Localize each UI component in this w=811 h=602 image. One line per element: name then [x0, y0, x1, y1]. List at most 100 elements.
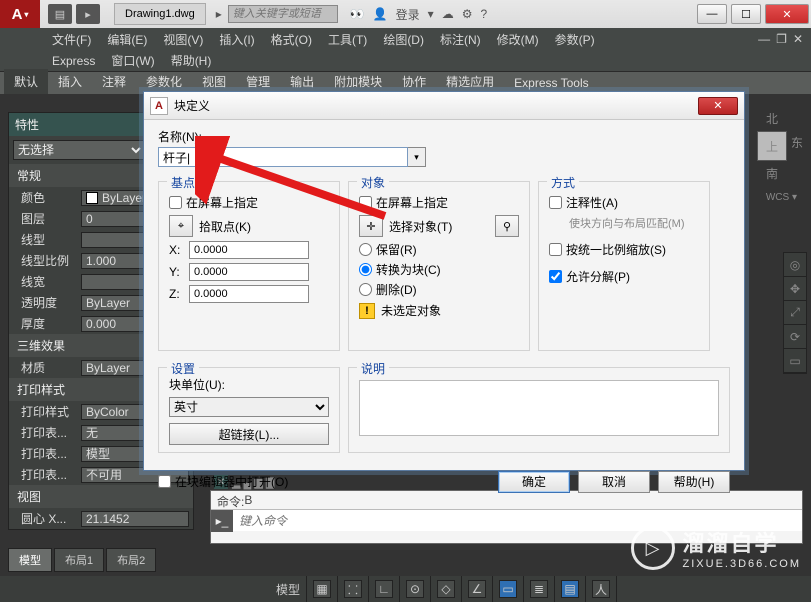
z-input[interactable]: [189, 285, 309, 303]
maximize-button[interactable]: ☐: [731, 4, 761, 24]
menu-tools[interactable]: 工具(T): [328, 31, 367, 48]
menu-format[interactable]: 格式(O): [271, 31, 312, 48]
selection-dropdown[interactable]: 无选择: [13, 140, 145, 160]
group-desc-legend: 说明: [357, 360, 389, 377]
login-label[interactable]: 登录: [396, 6, 420, 23]
login-icon[interactable]: 👤: [373, 7, 388, 21]
help-icon[interactable]: ?: [480, 7, 487, 21]
status-track-icon[interactable]: ∠: [468, 580, 486, 598]
prop-ptable2-label: 打印表...: [21, 445, 81, 462]
status-trans-icon[interactable]: ▤: [561, 580, 579, 598]
layout-tab-2[interactable]: 布局2: [106, 548, 156, 572]
mode-annot-checkbox[interactable]: [549, 196, 562, 209]
binoculars-icon[interactable]: 👀: [350, 7, 365, 21]
status-snap-icon[interactable]: ⸬: [344, 580, 362, 598]
menu-view[interactable]: 视图(V): [163, 31, 203, 48]
y-input[interactable]: [189, 263, 309, 281]
status-osnap-icon[interactable]: ◇: [437, 580, 455, 598]
status-lwt-icon[interactable]: ≣: [530, 580, 548, 598]
status-ortho-icon[interactable]: ∟: [375, 580, 393, 598]
obj-delete-radio[interactable]: [359, 283, 372, 296]
mode-explode-checkbox[interactable]: [549, 270, 562, 283]
name-input[interactable]: [158, 147, 408, 167]
menu-edit[interactable]: 编辑(E): [107, 31, 147, 48]
obj-convert-radio[interactable]: [359, 263, 372, 276]
x-label: X:: [169, 243, 183, 257]
menu-file[interactable]: 文件(F): [52, 31, 91, 48]
hyperlink-button[interactable]: 超链接(L)...: [169, 423, 329, 445]
wcs-label[interactable]: WCS ▾: [766, 192, 797, 203]
select-objects-button[interactable]: ✛: [359, 215, 383, 237]
navbar-wheel-icon[interactable]: ◎: [784, 253, 806, 277]
prop-ptable3-label: 打印表...: [21, 466, 81, 483]
open-editor-checkbox[interactable]: [158, 475, 171, 488]
unit-dropdown[interactable]: 英寸: [169, 397, 329, 417]
tab-annotate[interactable]: 注释: [92, 69, 136, 94]
cmd-prompt-icon[interactable]: ▸_: [211, 510, 233, 532]
mdi-close-icon[interactable]: ✕: [793, 32, 803, 46]
menu-modify[interactable]: 修改(M): [497, 31, 539, 48]
dialog-close-button[interactable]: ✕: [698, 97, 738, 115]
qat-new-icon[interactable]: ▤: [48, 4, 72, 24]
tab-default[interactable]: 默认: [4, 69, 48, 94]
status-grid-icon[interactable]: ▦: [313, 580, 331, 598]
group-base-legend: 基点: [167, 174, 199, 191]
x-input[interactable]: [189, 241, 309, 259]
obj-none-label: 未选定对象: [381, 302, 441, 319]
mdi-min-icon[interactable]: —: [758, 32, 770, 46]
select-objects-label: 选择对象(T): [389, 218, 452, 235]
pick-point-label: 拾取点(K): [199, 218, 251, 235]
qat-open-icon[interactable]: ▸: [76, 4, 100, 24]
description-textarea[interactable]: [359, 380, 719, 436]
mode-scale-checkbox[interactable]: [549, 243, 562, 256]
help-button[interactable]: 帮助(H): [658, 471, 730, 493]
navbar-orbit-icon[interactable]: ⟳: [784, 325, 806, 349]
status-model[interactable]: 模型: [276, 581, 300, 598]
gear-icon[interactable]: ⚙: [462, 7, 473, 21]
cloud-icon[interactable]: ☁: [442, 7, 454, 21]
name-dropdown-icon[interactable]: ▾: [408, 147, 426, 167]
right-nav-bar: ◎ ✥ ⤢ ⟳ ▭: [783, 252, 807, 374]
app-logo[interactable]: A: [0, 0, 40, 28]
search-input[interactable]: [228, 5, 338, 23]
pick-point-button[interactable]: ⌖: [169, 215, 193, 237]
close-button[interactable]: ✕: [765, 4, 809, 24]
group-mode-legend: 方式: [547, 174, 579, 191]
ok-button[interactable]: 确定: [498, 471, 570, 493]
navcube-face[interactable]: 上: [757, 131, 787, 161]
navbar-zoom-icon[interactable]: ⤢: [784, 301, 806, 325]
menu-window[interactable]: 窗口(W): [111, 52, 154, 69]
menu-dim[interactable]: 标注(N): [440, 31, 481, 48]
tab-insert[interactable]: 插入: [48, 69, 92, 94]
prop-cx-value[interactable]: 21.1452: [81, 511, 189, 527]
obj-keep-radio[interactable]: [359, 243, 372, 256]
status-polar-icon[interactable]: ⊙: [406, 580, 424, 598]
layout-tab-1[interactable]: 布局1: [54, 548, 104, 572]
warning-icon: !: [359, 303, 375, 319]
navcube[interactable]: 北 上 东 南: [745, 110, 799, 180]
navbar-pan-icon[interactable]: ✥: [784, 277, 806, 301]
navbar-showmotion-icon[interactable]: ▭: [784, 349, 806, 373]
prop-layer-label: 图层: [21, 210, 81, 227]
menu-param[interactable]: 参数(P): [555, 31, 595, 48]
base-onscreen-checkbox[interactable]: [169, 196, 182, 209]
watermark-brand: 溜溜自学: [683, 526, 801, 558]
status-dyn-icon[interactable]: ▭: [499, 580, 517, 598]
mdi-restore-icon[interactable]: ❐: [776, 32, 787, 46]
minimize-button[interactable]: —: [697, 4, 727, 24]
cancel-button[interactable]: 取消: [578, 471, 650, 493]
quick-select-button[interactable]: ⚲: [495, 215, 519, 237]
layout-tab-model[interactable]: 模型: [8, 548, 52, 572]
document-tab[interactable]: Drawing1.dwg: [114, 3, 206, 25]
menu-help[interactable]: 帮助(H): [171, 52, 212, 69]
login-dropdown-icon[interactable]: ▾: [428, 7, 434, 21]
prop-trans-label: 透明度: [21, 294, 81, 311]
search-play-icon[interactable]: ▸: [216, 7, 222, 21]
navcube-south: 南: [745, 165, 799, 182]
menu-draw[interactable]: 绘图(D): [383, 31, 424, 48]
name-label: 名称(N):: [158, 128, 730, 145]
menu-express[interactable]: Express: [52, 54, 95, 68]
status-person-icon[interactable]: 人: [592, 580, 610, 598]
obj-onscreen-checkbox[interactable]: [359, 196, 372, 209]
menu-insert[interactable]: 插入(I): [219, 31, 254, 48]
